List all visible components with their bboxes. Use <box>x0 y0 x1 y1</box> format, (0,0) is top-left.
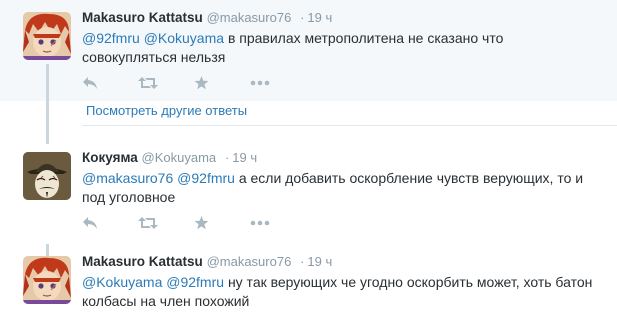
fullname[interactable]: Makasuro Kattatsu <box>82 10 203 25</box>
username[interactable]: @makasuro76 <box>207 254 292 269</box>
retweet-button[interactable] <box>138 75 194 91</box>
avatar[interactable] <box>23 256 71 304</box>
more-button[interactable] <box>250 75 306 91</box>
more-button[interactable] <box>250 215 306 231</box>
thread-line <box>46 101 49 144</box>
tweet-header: Кокуяма @Kokuyama · 19 ч <box>82 150 257 165</box>
star-icon <box>194 216 209 230</box>
star-icon <box>194 76 209 90</box>
more-replies-row: Посмотреть другие ответы <box>0 101 617 144</box>
reply-icon <box>83 217 97 229</box>
mention-link[interactable]: @makasuro76 <box>82 170 173 186</box>
reply-icon <box>83 77 97 89</box>
retweet-icon <box>138 77 158 89</box>
tweet-1[interactable]: Makasuro Kattatsu @makasuro76 · 19 ч @92f… <box>0 0 617 101</box>
reply-button[interactable] <box>82 215 138 231</box>
separator-dot: · <box>300 10 305 25</box>
retweet-button[interactable] <box>138 215 194 231</box>
mention-link[interactable]: @92fmru <box>82 30 140 46</box>
timestamp[interactable]: 19 ч <box>232 150 257 165</box>
tweet-actions <box>82 215 306 231</box>
separator-dot: · <box>300 254 305 269</box>
retweet-icon <box>138 217 158 229</box>
mention-link[interactable]: @92fmru <box>177 170 235 186</box>
favorite-button[interactable] <box>194 75 250 91</box>
tweet-header: Makasuro Kattatsu @makasuro76 · 19 ч <box>82 254 332 269</box>
reply-button[interactable] <box>82 75 138 91</box>
thread-line <box>46 244 49 256</box>
thread-line <box>46 64 49 101</box>
tweet-text: @Kokuyama @92fmru ну так верующих че уго… <box>82 273 602 311</box>
username[interactable]: @Kokuyama <box>142 150 217 165</box>
mention-link[interactable]: @92fmru <box>166 274 224 290</box>
tweet-actions <box>82 75 306 91</box>
username[interactable]: @makasuro76 <box>207 10 292 25</box>
avatar[interactable] <box>23 12 71 60</box>
tweet-header: Makasuro Kattatsu @makasuro76 · 19 ч <box>82 10 332 25</box>
divider <box>82 125 617 126</box>
mention-link[interactable]: @Kokuyama <box>144 30 224 46</box>
tweet-text: @92fmru @Kokuyama в правилах метрополите… <box>82 29 602 67</box>
mention-link[interactable]: @Kokuyama <box>82 274 162 290</box>
tweet-3[interactable]: Makasuro Kattatsu @makasuro76 · 19 ч @Kok… <box>0 244 617 317</box>
separator-dot: · <box>224 150 230 165</box>
tweet-2[interactable]: Кокуяма @Kokuyama · 19 ч @makasuro76 @92f… <box>0 144 617 244</box>
more-replies-link[interactable]: Посмотреть другие ответы <box>86 103 247 118</box>
more-icon <box>250 220 270 226</box>
favorite-button[interactable] <box>194 215 250 231</box>
fullname[interactable]: Кокуяма <box>82 150 138 165</box>
tweet-text: @makasuro76 @92fmru а если добавить оско… <box>82 169 602 207</box>
timestamp[interactable]: 19 ч <box>307 254 332 269</box>
avatar[interactable] <box>23 152 71 200</box>
more-icon <box>250 80 270 86</box>
fullname[interactable]: Makasuro Kattatsu <box>82 254 203 269</box>
timestamp[interactable]: 19 ч <box>307 10 332 25</box>
